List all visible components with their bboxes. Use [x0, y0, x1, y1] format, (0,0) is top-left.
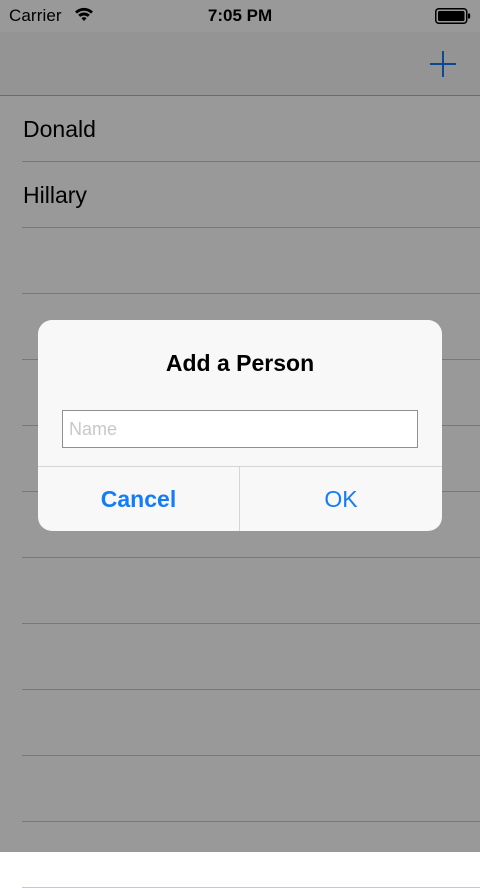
alert-title: Add a Person: [165, 350, 315, 376]
cancel-button[interactable]: Cancel: [38, 467, 240, 531]
ok-button[interactable]: OK: [240, 467, 442, 531]
name-input[interactable]: [63, 411, 417, 447]
name-field-container: [62, 410, 418, 448]
add-person-alert: Add a Person Cancel OK: [38, 320, 442, 531]
alert-button-bar: Cancel OK: [38, 466, 442, 531]
